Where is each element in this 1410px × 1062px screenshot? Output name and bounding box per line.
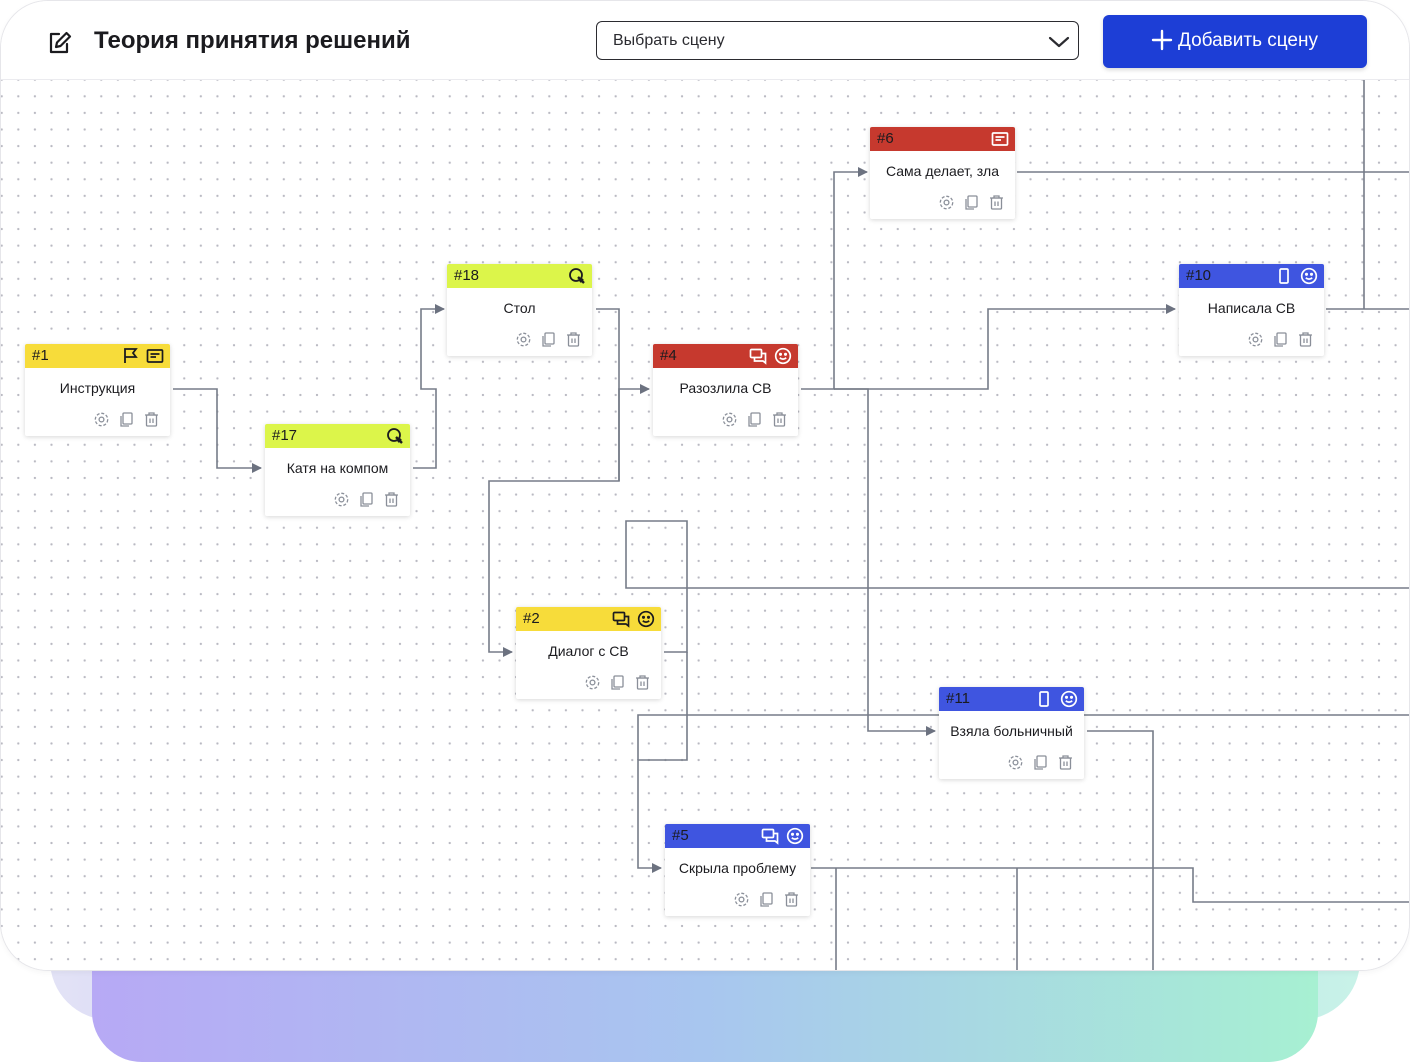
copy-icon[interactable] bbox=[1272, 331, 1289, 348]
node-header: #2 bbox=[516, 607, 661, 631]
phone-icon bbox=[1035, 690, 1053, 708]
dialog-card-icon bbox=[146, 347, 164, 365]
scene-node-18[interactable]: #18 Стол bbox=[447, 264, 592, 356]
node-id: #1 bbox=[32, 347, 49, 364]
smile-icon bbox=[786, 827, 804, 845]
settings-icon[interactable] bbox=[938, 194, 955, 211]
copy-icon[interactable] bbox=[758, 891, 775, 908]
node-header: #6 bbox=[870, 127, 1015, 151]
delete-icon[interactable] bbox=[988, 194, 1005, 211]
copy-icon[interactable] bbox=[963, 194, 980, 211]
node-id: #5 bbox=[672, 827, 689, 844]
scene-node-2[interactable]: #2 Диалог с СВ bbox=[516, 607, 661, 699]
copy-icon[interactable] bbox=[118, 411, 135, 428]
delete-icon[interactable] bbox=[565, 331, 582, 348]
node-header: #11 bbox=[939, 687, 1084, 711]
smile-icon bbox=[1300, 267, 1318, 285]
delete-icon[interactable] bbox=[1297, 331, 1314, 348]
node-header: #18 bbox=[447, 264, 592, 288]
scene-node-11[interactable]: #11 Взяла больничный bbox=[939, 687, 1084, 779]
scene-node-6[interactable]: #6 Сама делает, зла bbox=[870, 127, 1015, 219]
node-label: Инструкция bbox=[59, 380, 136, 396]
delete-icon[interactable] bbox=[383, 491, 400, 508]
scene-node-4[interactable]: #4 Разозлила СВ bbox=[653, 344, 798, 436]
page-title: Теория принятия решений bbox=[94, 27, 411, 54]
node-label: Разозлила СВ bbox=[679, 380, 772, 396]
dialog-card-icon bbox=[991, 130, 1009, 148]
settings-icon[interactable] bbox=[1007, 754, 1024, 771]
smile-icon bbox=[774, 347, 792, 365]
scene-node-17[interactable]: #17 Катя на компом bbox=[265, 424, 410, 516]
copy-icon[interactable] bbox=[358, 491, 375, 508]
node-label: Взяла больничный bbox=[950, 723, 1073, 739]
delete-icon[interactable] bbox=[1057, 754, 1074, 771]
chat-icon bbox=[612, 610, 630, 628]
delete-icon[interactable] bbox=[771, 411, 788, 428]
node-id: #17 bbox=[272, 427, 298, 444]
copy-icon[interactable] bbox=[540, 331, 557, 348]
node-label: Диалог с СВ bbox=[548, 643, 629, 659]
cursor-search-icon bbox=[386, 427, 404, 445]
flag-icon bbox=[121, 347, 139, 365]
node-label: Написала СВ bbox=[1207, 300, 1296, 316]
scene-node-1[interactable]: #1 Инструкция bbox=[25, 344, 170, 436]
settings-icon[interactable] bbox=[333, 491, 350, 508]
edit-icon[interactable] bbox=[47, 30, 73, 56]
phone-icon bbox=[1275, 267, 1293, 285]
scene-select-dropdown[interactable]: Выбрать сцену bbox=[596, 21, 1079, 60]
node-id: #18 bbox=[454, 267, 480, 284]
add-scene-label: Добавить сцену bbox=[1178, 30, 1318, 51]
node-id: #10 bbox=[1186, 267, 1212, 284]
scene-node-10[interactable]: #10 Написала СВ bbox=[1179, 264, 1324, 356]
smile-icon bbox=[1060, 690, 1078, 708]
delete-icon[interactable] bbox=[634, 674, 651, 691]
copy-icon[interactable] bbox=[609, 674, 626, 691]
node-header: #4 bbox=[653, 344, 798, 368]
settings-icon[interactable] bbox=[1247, 331, 1264, 348]
chevron-down-icon bbox=[1048, 31, 1070, 51]
node-header: #17 bbox=[265, 424, 410, 448]
delete-icon[interactable] bbox=[143, 411, 160, 428]
node-label: Скрыла проблему bbox=[678, 860, 797, 876]
settings-icon[interactable] bbox=[733, 891, 750, 908]
node-label: Катя на компом bbox=[286, 460, 389, 476]
editor-window: Теория принятия решений Выбрать сцену До… bbox=[0, 0, 1410, 971]
node-id: #4 bbox=[660, 347, 677, 364]
node-id: #11 bbox=[946, 690, 970, 707]
scene-select-placeholder: Выбрать сцену bbox=[613, 32, 725, 49]
delete-icon[interactable] bbox=[783, 891, 800, 908]
node-label: Сама делает, зла bbox=[886, 163, 999, 179]
settings-icon[interactable] bbox=[93, 411, 110, 428]
settings-icon[interactable] bbox=[721, 411, 738, 428]
node-id: #2 bbox=[523, 610, 540, 627]
chat-icon bbox=[749, 347, 767, 365]
add-scene-button[interactable]: Добавить сцену bbox=[1103, 15, 1367, 68]
node-id: #6 bbox=[877, 130, 894, 147]
chat-icon bbox=[761, 827, 779, 845]
node-label: Стол bbox=[503, 300, 536, 316]
settings-icon[interactable] bbox=[584, 674, 601, 691]
smile-icon bbox=[637, 610, 655, 628]
node-header: #10 bbox=[1179, 264, 1324, 288]
copy-icon[interactable] bbox=[1032, 754, 1049, 771]
plus-icon bbox=[1151, 29, 1173, 51]
node-header: #1 bbox=[25, 344, 170, 368]
scene-node-5[interactable]: #5 Скрыла проблему bbox=[665, 824, 810, 916]
settings-icon[interactable] bbox=[515, 331, 532, 348]
app-header: Теория принятия решений Выбрать сцену До… bbox=[1, 1, 1409, 80]
node-header: #5 bbox=[665, 824, 810, 848]
copy-icon[interactable] bbox=[746, 411, 763, 428]
cursor-search-icon bbox=[568, 267, 586, 285]
